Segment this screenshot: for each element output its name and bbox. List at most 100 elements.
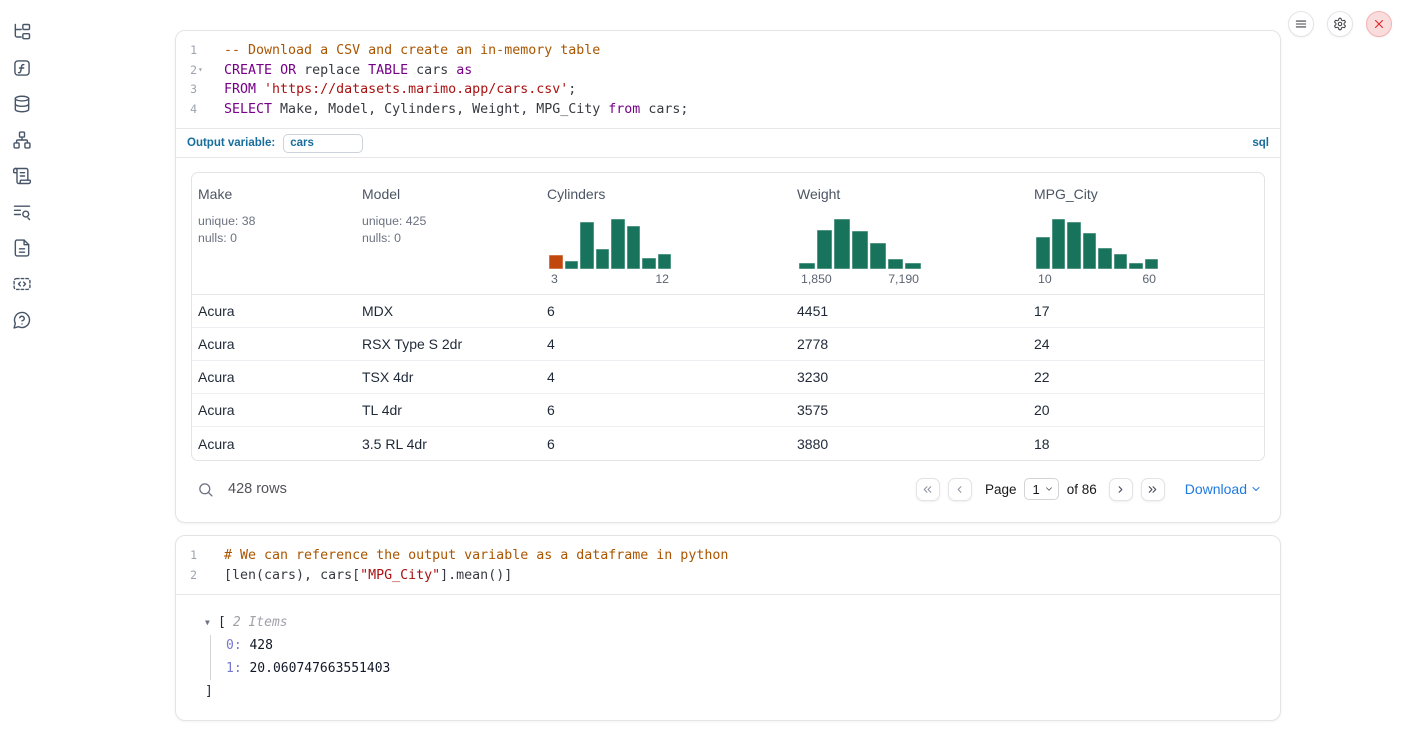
column-header-make[interactable]: Make unique: 38 nulls: 0	[192, 173, 356, 294]
logs-icon	[12, 166, 32, 186]
unique-stat: unique: 425	[362, 213, 535, 230]
table-cell: TSX 4dr	[356, 361, 541, 393]
table-cell: 2778	[791, 328, 1028, 360]
table-cell: TL 4dr	[356, 394, 541, 426]
notebook-actions	[1288, 11, 1392, 37]
table-cell: 6	[541, 295, 791, 327]
fold-chevron-icon[interactable]: ▾	[198, 66, 208, 74]
code-line: 1-- Download a CSV and create an in-memo…	[176, 41, 1280, 61]
column-header-model[interactable]: Model unique: 425 nulls: 0	[356, 173, 541, 294]
histogram-bars	[549, 219, 671, 269]
histogram-bar	[596, 249, 610, 270]
table-cell: 3230	[791, 361, 1028, 393]
line-number: 4	[190, 100, 197, 120]
sidebar-documentation-button[interactable]	[11, 237, 33, 259]
item-index: 1:	[226, 661, 242, 676]
histogram-bar	[870, 243, 886, 269]
collapse-icon[interactable]: ▼	[205, 612, 218, 633]
weight-histogram: 1,850 7,190	[799, 219, 921, 286]
histogram-bar	[852, 231, 868, 269]
python-editor[interactable]: 1 # We can reference the output variable …	[176, 536, 1280, 594]
sidebar-search-list-button[interactable]	[11, 201, 33, 223]
page-label: Page	[985, 482, 1017, 497]
documentation-icon	[12, 238, 32, 258]
histogram-bar	[1114, 254, 1128, 269]
code-text: SELECT Make, Model, Cylinders, Weight, M…	[210, 100, 688, 120]
histogram-bar	[1036, 237, 1050, 270]
search-button[interactable]	[194, 478, 216, 500]
code-line: 1 # We can reference the output variable …	[176, 546, 1280, 566]
sidebar-datasources-button[interactable]	[11, 93, 33, 115]
table-cell: 4451	[791, 295, 1028, 327]
table-row[interactable]: Acura3.5 RL 4dr6388018	[192, 427, 1264, 460]
table-row[interactable]: AcuraTSX 4dr4323022	[192, 361, 1264, 394]
output-variable-input[interactable]	[283, 134, 363, 153]
helper-panel-sidebar	[0, 0, 44, 729]
histogram-bar	[565, 261, 579, 269]
histogram-bar	[888, 259, 904, 269]
code-text: FROM 'https://datasets.marimo.app/cars.c…	[210, 80, 576, 100]
sidebar-file-tree-button[interactable]	[11, 21, 33, 43]
download-label: Download	[1185, 481, 1247, 497]
histogram-bar	[1098, 248, 1112, 269]
code-text: # We can reference the output variable a…	[210, 546, 728, 566]
table-body: AcuraMDX6445117AcuraRSX Type S 2dr427782…	[192, 295, 1264, 460]
search-list-icon	[12, 202, 32, 222]
histogram-bars	[799, 219, 921, 269]
line-number: 1	[190, 41, 197, 61]
menu-button[interactable]	[1288, 11, 1314, 37]
table-cell: 6	[541, 394, 791, 426]
first-page-button[interactable]	[916, 478, 940, 501]
chevrons-left-icon	[921, 483, 934, 496]
column-header-cylinders[interactable]: Cylinders 3 12	[541, 173, 791, 294]
settings-button[interactable]	[1327, 11, 1353, 37]
table-header: Make unique: 38 nulls: 0 Model unique: 4…	[192, 173, 1264, 295]
sql-output-region: Make unique: 38 nulls: 0 Model unique: 4…	[176, 157, 1280, 522]
sidebar-snippets-button[interactable]	[11, 273, 33, 295]
previous-page-button[interactable]	[948, 478, 972, 501]
chevrons-right-icon	[1146, 483, 1159, 496]
table-row[interactable]: AcuraMDX6445117	[192, 295, 1264, 328]
histogram-bar	[627, 226, 641, 269]
histogram-bar	[1052, 219, 1066, 269]
table-row[interactable]: AcuraTL 4dr6357520	[192, 394, 1264, 427]
hist-max-label: 60	[1142, 272, 1156, 286]
nulls-stat: nulls: 0	[198, 230, 350, 247]
list-items: 0: 4281: 20.060747663551403	[210, 635, 1265, 680]
hist-min-label: 1,850	[801, 272, 832, 286]
sidebar-help-button[interactable]	[11, 309, 33, 331]
sql-editor[interactable]: 1-- Download a CSV and create an in-memo…	[176, 31, 1280, 128]
histogram-bar	[642, 258, 656, 270]
line-number: 2	[190, 566, 197, 586]
next-page-button[interactable]	[1109, 478, 1133, 501]
hist-max-label: 7,190	[888, 272, 919, 286]
table-cell: 20	[1028, 394, 1264, 426]
python-cell: 1 # We can reference the output variable …	[175, 535, 1281, 721]
page-select[interactable]: 1	[1024, 478, 1058, 500]
page-total: of 86	[1067, 482, 1097, 497]
column-header-mpg-city[interactable]: MPG_City 10 60	[1028, 173, 1264, 294]
line-number: 1	[190, 546, 197, 566]
item-index: 0:	[226, 638, 242, 653]
pagination: Page 1 of 86 Download	[916, 478, 1262, 501]
shutdown-button[interactable]	[1366, 11, 1392, 37]
code-line: 3 FROM 'https://datasets.marimo.app/cars.…	[176, 80, 1280, 100]
table-footer: 428 rows Page 1 of 86	[191, 470, 1265, 508]
table-cell: 22	[1028, 361, 1264, 393]
table-row[interactable]: AcuraRSX Type S 2dr4277824	[192, 328, 1264, 361]
chevron-right-icon	[1114, 483, 1127, 496]
language-badge[interactable]: sql	[1252, 137, 1269, 149]
download-menu[interactable]: Download	[1185, 481, 1262, 497]
sidebar-logs-button[interactable]	[11, 165, 33, 187]
chevron-left-icon	[953, 483, 966, 496]
sidebar-functions-button[interactable]	[11, 57, 33, 79]
chevron-down-icon	[1044, 484, 1054, 494]
mpg-city-histogram: 10 60	[1036, 219, 1158, 286]
table-cell: RSX Type S 2dr	[356, 328, 541, 360]
list-open-bracket: [	[218, 612, 226, 633]
item-value: 428	[242, 638, 273, 653]
column-header-weight[interactable]: Weight 1,850 7,190	[791, 173, 1028, 294]
last-page-button[interactable]	[1141, 478, 1165, 501]
line-number: 3	[190, 80, 197, 100]
sidebar-dependencies-button[interactable]	[11, 129, 33, 151]
